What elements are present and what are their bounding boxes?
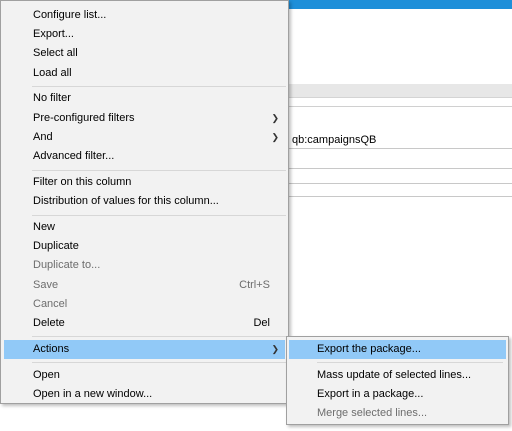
menu-item-label: Distribution of values for this column..…	[33, 195, 219, 207]
menu-item-label: Merge selected lines...	[317, 407, 428, 419]
menu-item-distribution[interactable]: Distribution of values for this column..…	[4, 192, 285, 211]
menu-item-label: New	[33, 221, 56, 233]
submenu-arrow-icon: ❯	[271, 132, 279, 142]
menu-item-actions[interactable]: Actions ❯	[4, 340, 285, 359]
menu-item-open[interactable]: Open	[4, 366, 285, 385]
menu-item-new[interactable]: New	[4, 218, 285, 237]
menu-separator	[32, 336, 286, 337]
submenu-item-export-in-package[interactable]: Export in a package...	[289, 385, 506, 404]
submenu-arrow-icon: ❯	[271, 344, 279, 354]
menu-item-duplicate-to[interactable]: Duplicate to...	[4, 256, 285, 275]
menu-item-label: Delete	[33, 317, 65, 329]
menu-item-label: Open	[33, 369, 60, 381]
shortcut-label: Del	[253, 317, 270, 329]
menu-item-label: Advanced filter...	[33, 150, 115, 162]
menu-item-label: Export in a package...	[317, 388, 424, 400]
menu-separator	[32, 362, 286, 363]
menu-item-label: Actions	[33, 343, 70, 355]
submenu-item-merge-lines[interactable]: Merge selected lines...	[289, 404, 506, 423]
menu-item-and[interactable]: And ❯	[4, 128, 285, 147]
menu-item-open-new-window[interactable]: Open in a new window...	[4, 385, 285, 404]
menu-item-save[interactable]: Save Ctrl+S	[4, 276, 285, 295]
menu-item-label: Duplicate	[33, 240, 79, 252]
menu-item-label: Save	[33, 279, 59, 291]
submenu-arrow-icon: ❯	[271, 113, 279, 123]
menu-item-label: Select all	[33, 47, 78, 59]
table-cell[interactable]: qb:campaignsQB	[292, 134, 376, 146]
menu-item-label: Duplicate to...	[33, 259, 101, 271]
menu-item-label: Export the package...	[317, 343, 421, 355]
menu-item-filter-on-column[interactable]: Filter on this column	[4, 173, 285, 192]
submenu-item-export-package[interactable]: Export the package...	[289, 340, 506, 359]
menu-item-no-filter[interactable]: No filter	[4, 89, 285, 108]
menu-item-configure-list[interactable]: Configure list...	[4, 6, 285, 25]
menu-item-cancel[interactable]: Cancel	[4, 295, 285, 314]
menu-separator	[32, 170, 286, 171]
menu-item-label: Mass update of selected lines...	[317, 369, 472, 381]
menu-item-export[interactable]: Export...	[4, 25, 285, 44]
menu-separator	[32, 86, 286, 87]
menu-separator	[317, 362, 503, 363]
context-menu: Configure list... Export... Select all L…	[0, 0, 289, 404]
submenu-item-mass-update[interactable]: Mass update of selected lines...	[289, 366, 506, 385]
menu-item-advanced-filter[interactable]: Advanced filter...	[4, 147, 285, 166]
menu-separator	[32, 215, 286, 216]
menu-item-label: No filter	[33, 92, 71, 104]
menu-item-label: Cancel	[33, 298, 68, 310]
menu-item-select-all[interactable]: Select all	[4, 44, 285, 63]
menu-item-load-all[interactable]: Load all	[4, 64, 285, 83]
menu-item-label: Load all	[33, 67, 72, 79]
menu-item-label: And	[33, 131, 53, 143]
menu-item-delete[interactable]: Delete Del	[4, 314, 285, 333]
actions-submenu: Export the package... Mass update of sel…	[286, 336, 509, 425]
menu-item-duplicate[interactable]: Duplicate	[4, 237, 285, 256]
menu-item-label: Export...	[33, 28, 74, 40]
menu-item-label: Filter on this column	[33, 176, 132, 188]
menu-item-label: Configure list...	[33, 9, 107, 21]
menu-item-label: Pre-configured filters	[33, 112, 135, 124]
menu-item-pre-configured-filters[interactable]: Pre-configured filters ❯	[4, 109, 285, 128]
shortcut-label: Ctrl+S	[239, 279, 270, 291]
menu-item-label: Open in a new window...	[33, 388, 153, 400]
